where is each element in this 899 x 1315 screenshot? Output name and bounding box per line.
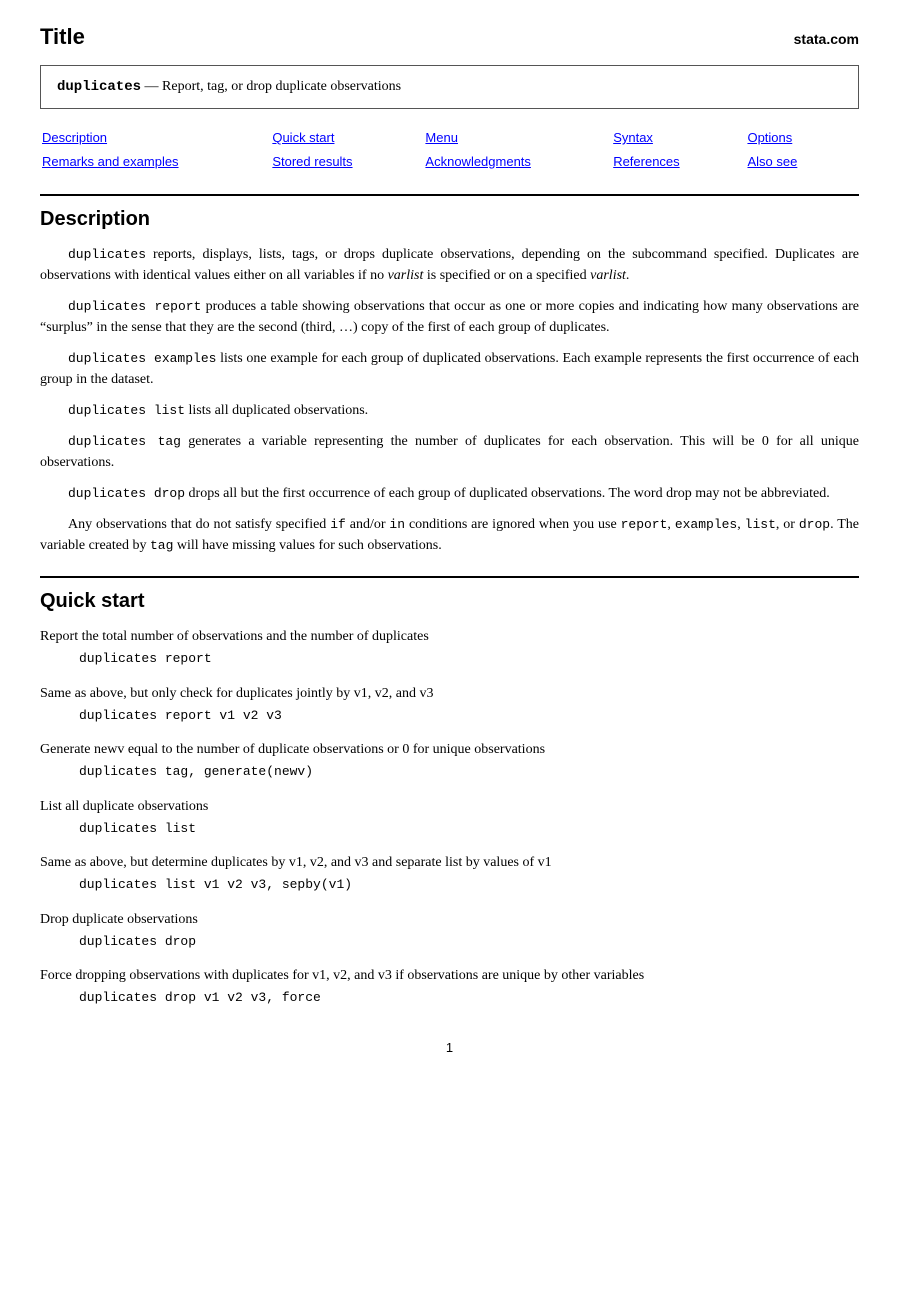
qs-desc-4: List all duplicate observations <box>40 796 859 817</box>
qs-code-2: duplicates report v1 v2 v3 <box>40 706 859 726</box>
qs-code-4: duplicates list <box>40 819 859 839</box>
nav-references[interactable]: References <box>613 151 745 173</box>
qs-code-7: duplicates drop v1 v2 v3, force <box>40 988 859 1008</box>
command-box: duplicates — Report, tag, or drop duplic… <box>40 65 859 109</box>
command-name: duplicates <box>57 79 141 95</box>
desc-para-4: duplicates list lists all duplicated obs… <box>40 400 859 421</box>
nav-quickstart[interactable]: Quick start <box>272 127 423 149</box>
desc-para-2: duplicates report produces a table showi… <box>40 296 859 338</box>
qs-item-4: List all duplicate observations duplicat… <box>40 796 859 839</box>
desc-para-3: duplicates examples lists one example fo… <box>40 348 859 390</box>
qs-desc-6: Drop duplicate observations <box>40 909 859 930</box>
qs-item-2: Same as above, but only check for duplic… <box>40 683 859 726</box>
qs-item-5: Same as above, but determine duplicates … <box>40 852 859 895</box>
nav-options[interactable]: Options <box>747 127 857 149</box>
nav-syntax[interactable]: Syntax <box>613 127 745 149</box>
qs-desc-2: Same as above, but only check for duplic… <box>40 683 859 704</box>
quickstart-heading: Quick start <box>40 576 859 616</box>
desc-para-6: duplicates drop drops all but the first … <box>40 483 859 504</box>
desc-para-1: duplicates reports, displays, lists, tag… <box>40 244 859 286</box>
qs-desc-7: Force dropping observations with duplica… <box>40 965 859 986</box>
nav-menu[interactable]: Menu <box>425 127 611 149</box>
qs-item-6: Drop duplicate observations duplicates d… <box>40 909 859 952</box>
qs-desc-5: Same as above, but determine duplicates … <box>40 852 859 873</box>
qs-code-5: duplicates list v1 v2 v3, sepby(v1) <box>40 875 859 895</box>
qs-item-3: Generate newv equal to the number of dup… <box>40 739 859 782</box>
stata-brand: stata.com <box>794 29 859 50</box>
page-header: Title stata.com <box>40 20 859 53</box>
nav-table: Description Quick start Menu Syntax Opti… <box>40 125 859 174</box>
nav-stored-results[interactable]: Stored results <box>272 151 423 173</box>
page-number: 1 <box>40 1038 859 1058</box>
nav-description[interactable]: Description <box>42 127 270 149</box>
qs-item-1: Report the total number of observations … <box>40 626 859 669</box>
nav-also-see[interactable]: Also see <box>747 151 857 173</box>
qs-code-1: duplicates report <box>40 649 859 669</box>
qs-code-3: duplicates tag, generate(newv) <box>40 762 859 782</box>
qs-code-6: duplicates drop <box>40 932 859 952</box>
qs-desc-3: Generate newv equal to the number of dup… <box>40 739 859 760</box>
command-description: — Report, tag, or drop duplicate observa… <box>145 79 402 94</box>
description-heading: Description <box>40 194 859 234</box>
page-title: Title <box>40 20 85 53</box>
nav-remarks[interactable]: Remarks and examples <box>42 151 270 173</box>
nav-acknowledgments[interactable]: Acknowledgments <box>425 151 611 173</box>
qs-desc-1: Report the total number of observations … <box>40 626 859 647</box>
quickstart-section: Quick start Report the total number of o… <box>40 576 859 1008</box>
desc-para-5: duplicates tag generates a variable repr… <box>40 431 859 473</box>
description-section: Description duplicates reports, displays… <box>40 194 859 556</box>
qs-item-7: Force dropping observations with duplica… <box>40 965 859 1008</box>
desc-para-7: Any observations that do not satisfy spe… <box>40 514 859 556</box>
